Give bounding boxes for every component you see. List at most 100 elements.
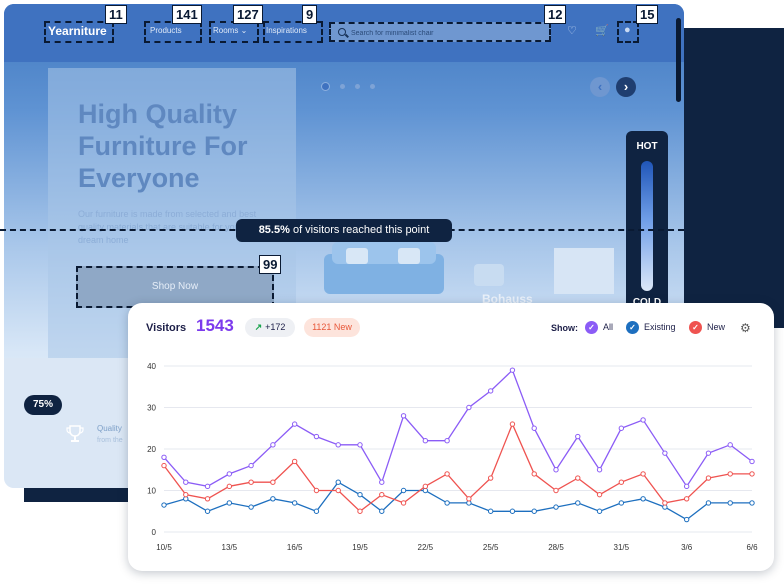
heart-icon[interactable]: ♡ [567,24,577,37]
data-point-all [553,467,559,473]
data-point-all [531,425,537,431]
x-tick-label: 10/5 [156,543,172,552]
data-point-new [487,475,494,481]
heatmap-zone-products [144,21,202,43]
data-point-existing [400,487,407,494]
cart-icon[interactable]: 🛒 [595,24,609,37]
carousel-dot[interactable] [370,84,375,89]
search-bar[interactable] [329,22,551,42]
data-point-new [335,487,341,494]
data-point-new [596,491,603,498]
visitors-line-chart: 0 10 20 30 40 10/5 13/5 16/5 19/5 22/5 25/5 28/5 31/… [147,362,758,552]
data-point-all [618,425,625,431]
data-point-all [379,479,385,485]
data-point-new [575,475,581,481]
scrollbar-thumb[interactable] [676,18,681,102]
data-point-all [575,433,581,440]
data-point-new [683,496,690,502]
data-point-new [226,483,233,490]
data-point-existing [640,496,646,502]
data-point-all [466,404,472,411]
x-tick-label: 25/5 [483,543,499,552]
data-point-new [553,487,559,494]
heatmap-legend: HOT COLD [626,131,668,311]
y-tick-label: 0 [152,528,157,537]
data-point-existing [683,516,690,523]
trophy-icon [66,425,84,442]
hero-description: Our furniture is made from selected and … [78,209,257,245]
y-tick-label: 30 [147,404,156,413]
data-point-new [662,500,668,506]
search-icon [338,28,346,36]
data-point-existing [335,479,341,485]
data-point-existing [487,508,494,514]
scroll-reach-text: of visitors reached this point [289,224,430,236]
data-point-new [161,462,167,469]
data-point-existing [291,500,298,506]
search-input[interactable] [349,26,543,40]
data-point-all [161,454,167,461]
data-point-new [509,421,516,427]
carousel-dot[interactable] [355,84,360,89]
x-tick-label: 3/6 [681,543,693,552]
click-count-inspirations: 9 [302,5,318,24]
data-point-existing [596,508,603,514]
data-point-new [466,496,472,502]
data-point-existing [531,508,537,514]
data-point-existing [313,508,320,514]
data-point-new [444,471,450,477]
data-point-existing [727,500,733,506]
x-tick-label: 22/5 [418,543,434,552]
shop-now-button[interactable]: Shop Now [76,266,274,308]
data-point-new [357,508,363,514]
data-point-all [270,442,276,448]
data-point-new [204,496,211,502]
data-point-new [705,475,712,481]
data-point-all [335,442,341,448]
feature-title: Quality [97,424,122,433]
data-point-existing [270,496,276,502]
series-line-all [163,369,753,488]
data-point-existing [444,500,450,506]
data-point-all [291,421,298,427]
data-point-all [313,433,320,440]
data-point-all [183,479,189,485]
data-point-existing [575,500,581,506]
data-point-all [422,438,429,444]
data-point-all [727,442,733,448]
x-tick-label: 19/5 [352,543,368,552]
feature-subtitle: from the [97,437,123,444]
data-point-existing [161,502,167,508]
data-point-all [226,471,233,477]
x-tick-label: 16/5 [287,543,303,552]
scroll-depth-badge: 75% [24,395,62,415]
heatmap-zone-logo [44,21,114,43]
data-point-existing [379,508,385,514]
carousel-dot[interactable] [340,84,345,89]
data-point-new [400,500,407,506]
data-point-all [487,388,494,394]
data-point-existing [705,500,712,506]
heatmap-zone-inspirations [263,21,323,43]
carousel-dot-active[interactable] [321,82,330,91]
click-count-rooms: 127 [233,5,263,24]
data-point-new [727,471,733,477]
hero-title: High Quality Furniture For Everyone [78,99,248,193]
heatmap-gradient [641,161,653,291]
data-point-new [422,483,429,490]
data-point-existing [618,500,625,506]
x-tick-label: 28/5 [548,543,564,552]
y-tick-label: 20 [147,445,156,454]
sofa-illustration [324,242,614,294]
data-point-all [400,413,407,419]
chevron-right-icon[interactable]: › [616,77,636,97]
click-count-user: 15 [636,5,659,24]
data-point-all [204,483,211,490]
data-point-all [357,442,363,448]
scroll-reach-pill: 85.5% of visitors reached this point [236,219,452,242]
heatmap-zone-rooms [209,21,259,43]
data-point-existing [204,508,211,514]
click-count-search: 12 [544,5,567,24]
data-point-all [662,450,668,456]
chevron-left-icon[interactable]: ‹ [590,77,610,97]
